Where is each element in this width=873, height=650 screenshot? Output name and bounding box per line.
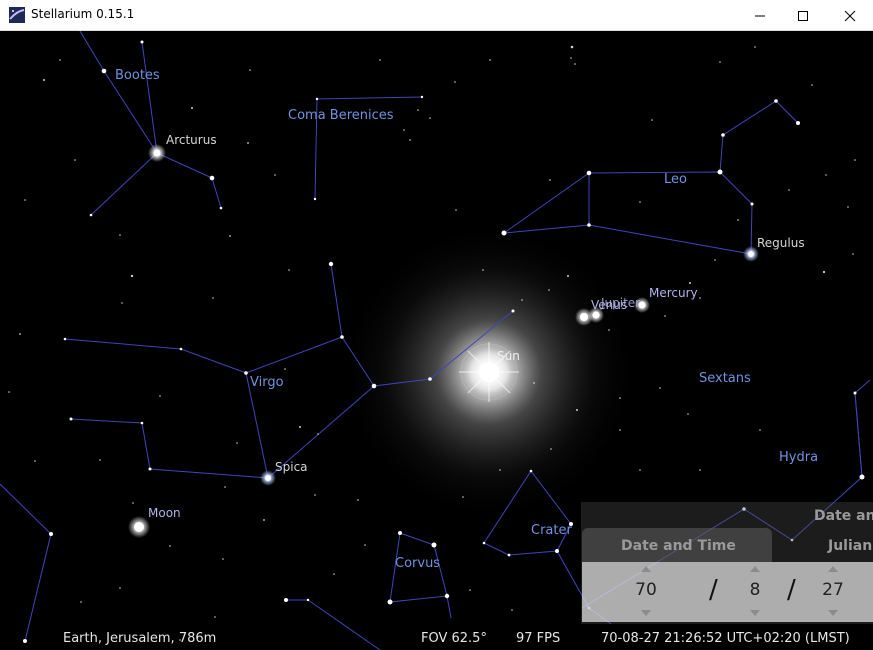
window-title: Stellarium 0.15.1 <box>31 7 135 21</box>
date-separator-2: / <box>787 575 796 605</box>
day-down-arrow-icon[interactable] <box>828 610 838 616</box>
date-separator-1: / <box>709 575 718 605</box>
constellation-label-coma-berenices: Coma Berenices <box>288 108 394 123</box>
planet-label-moon: Moon <box>148 506 181 520</box>
planet-label-mercury: Mercury <box>649 286 698 300</box>
status-datetime: 70-08-27 21:26:52 UTC+02:20 (LMST) <box>601 631 850 646</box>
day-up-arrow-icon[interactable] <box>828 566 838 572</box>
tab-date-and-time-label: Date and Time <box>621 538 736 554</box>
month-down-arrow-icon[interactable] <box>750 610 760 616</box>
spica-core <box>265 475 271 481</box>
year-field[interactable]: 70 <box>626 580 666 600</box>
stellarium-app-icon <box>9 7 25 23</box>
minimize-button[interactable] <box>737 0 783 31</box>
bootes-lines-3 <box>141 41 158 154</box>
bootes-lines-2 <box>90 152 158 216</box>
constellation-label-hydra: Hydra <box>779 450 819 465</box>
star-label-spica: Spica <box>275 460 308 474</box>
star-label-arcturus: Arcturus <box>166 133 217 147</box>
year-up-arrow-icon[interactable] <box>641 566 651 572</box>
day-field[interactable]: 27 <box>816 580 850 600</box>
maximize-icon <box>798 10 808 21</box>
planet-label-sun: Sun <box>497 349 520 363</box>
constellation-label-virgo: Virgo <box>250 375 284 390</box>
maximize-button[interactable] <box>780 0 826 31</box>
month-up-arrow-icon[interactable] <box>750 566 760 572</box>
arcturus-core <box>153 149 161 157</box>
moon-core <box>134 522 144 532</box>
bootes-lines <box>79 31 222 209</box>
star-label-regulus: Regulus <box>757 236 805 250</box>
stellarium-window: Stellarium 0.15.1 Bootes Coma Berenices … <box>0 0 873 650</box>
year-down-arrow-icon[interactable] <box>641 610 651 616</box>
title-bar[interactable]: Stellarium 0.15.1 <box>0 0 873 31</box>
constellation-label-bootes: Bootes <box>115 68 160 83</box>
misc-lines <box>0 483 52 642</box>
venus-core <box>580 313 588 321</box>
status-bar: Earth, Jerusalem, 786m FOV 62.5° 97 FPS … <box>0 624 873 650</box>
hydra-lines-3 <box>854 392 863 478</box>
corvus-lines-2 <box>446 595 452 619</box>
regulus-core <box>748 251 754 257</box>
close-button[interactable] <box>827 0 873 31</box>
constellation-label-leo: Leo <box>664 172 687 187</box>
virgo-lines-2 <box>64 336 343 374</box>
minimize-icon <box>755 15 765 16</box>
virgo-lines-4 <box>70 418 269 479</box>
constellation-label-crater: Crater <box>531 523 572 538</box>
close-icon <box>844 10 856 21</box>
constellation-label-corvus: Corvus <box>395 556 441 571</box>
status-fps: 97 FPS <box>516 631 561 646</box>
constellation-label-sextans: Sextans <box>699 371 751 386</box>
status-fov: FOV 62.5° <box>421 631 487 646</box>
tab-julian-label[interactable]: Julian <box>828 538 872 554</box>
date-time-panel-header: Date an <box>814 508 873 524</box>
month-field[interactable]: 8 <box>740 580 770 600</box>
status-location: Earth, Jerusalem, 786m <box>63 631 217 646</box>
leo-lines-3 <box>719 100 799 173</box>
jupiter-core <box>592 311 600 319</box>
planet-label-jupiter: Jupiter <box>601 296 641 310</box>
